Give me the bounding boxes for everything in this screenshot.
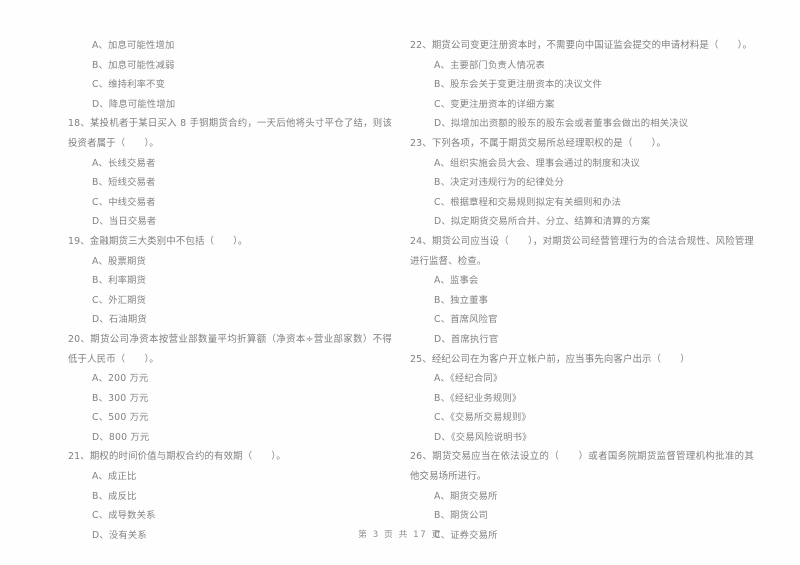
option-item: D、降息可能性增加 [92,98,176,110]
option-item: A、组织实施会员大会、理事会通过的制度和决议 [434,157,640,169]
option-item: B、独立董事 [434,294,489,306]
question-stem: 23、下列各项，不属于期货交易所总经理职权的是（ ）。 [410,137,667,149]
question-18: 18、某投机者于某日买入 8 手铜期货合约，一天后他将头寸平仓了结，则该投资者属… [68,114,392,232]
option-item: B、成反比 [92,490,137,502]
option-item: D、《交易风险说明书》 [434,431,532,443]
option-item: C、成导数关系 [92,510,156,522]
option-item: B、期货公司 [434,510,489,522]
question-20: 20、期货公司净资本按营业部数量平均折算额（净资本÷营业部家数）不得低于人民币（… [68,330,392,448]
option-item: A、《经纪合同》 [434,373,503,385]
question-stem: 22、期货公司变更注册资本时，不需要向中国证监会提交的申请材料是（ ）。 [410,40,753,51]
option-item: D、拟定期货交易所合并、分立、结算和清算的方案 [434,216,651,228]
option-item: C、根据章程和交易规则拟定有关细则和办法 [434,196,622,208]
option-item: B、决定对违规行为的纪律处分 [434,177,565,189]
question-stem: 25、经纪公司在为客户开立帐户前，应当事先向客户出示（ ） [410,353,690,365]
option-item: C、《交易所交易规则》 [434,412,532,424]
option-item: A、股票期货 [92,255,147,267]
option-item: A、监事会 [434,275,479,287]
option-item: C、变更注册资本的详细方案 [434,98,555,110]
right-column: 22、期货公司变更注册资本时，不需要向中国证监会提交的申请材料是（ ）。 A、主… [400,36,800,545]
option-item: A、期货交易所 [434,490,498,502]
question-25: 25、经纪公司在为客户开立帐户前，应当事先向客户出示（ ） A、《经纪合同》 B… [410,350,754,448]
option-item: A、长线交易者 [92,157,156,169]
option-item: A、主要部门负责人情况表 [434,59,546,71]
option-item: D、当日交易者 [92,216,157,228]
question-stem: 24、期货公司应当设（ ），对期货公司经营管理行为的合法合规性、风险管理进行监督… [410,235,754,267]
option-item: D、800 万元 [92,431,150,443]
option-item: D、首席执行官 [434,333,499,345]
option-item: D、石油期货 [92,314,147,326]
left-column: A、加息可能性增加 B、加息可能性减弱 C、维持利率不变 D、降息可能性增加 1… [0,36,400,545]
option-item: C、中线交易者 [92,196,156,208]
option-item: C、500 万元 [92,412,149,424]
option-item: A、200 万元 [92,373,149,385]
option-item: C、外汇期货 [92,294,147,306]
option-item: B、短线交易者 [92,177,156,189]
exam-page: A、加息可能性增加 B、加息可能性减弱 C、维持利率不变 D、降息可能性增加 1… [0,0,800,565]
option-item: A、加息可能性增加 [92,40,175,51]
option-item: B、股东会关于变更注册资本的决议文件 [434,79,603,91]
continued-question-options: A、加息可能性增加 B、加息可能性减弱 C、维持利率不变 D、降息可能性增加 [68,36,392,114]
question-23: 23、下列各项，不属于期货交易所总经理职权的是（ ）。 A、组织实施会员大会、理… [410,134,754,232]
option-item: B、加息可能性减弱 [92,59,175,71]
question-stem: 18、某投机者于某日买入 8 手铜期货合约，一天后他将头寸平仓了结，则该投资者属… [68,118,392,149]
option-item: B、《经纪业务规则》 [434,392,522,404]
question-19: 19、金融期货三大类别中不包括（ ）。 A、股票期货 B、利率期货 C、外汇期货… [68,232,392,330]
option-item: C、维持利率不变 [92,79,166,91]
option-item: D、拟增加出资额的股东的股东会或者董事会做出的相关决议 [434,118,689,130]
question-stem: 20、期货公司净资本按营业部数量平均折算额（净资本÷营业部家数）不得低于人民币（… [68,333,392,365]
option-item: C、首席风险官 [434,314,498,326]
page-footer: 第 3 页 共 17 页 [358,530,442,540]
question-stem: 26、期货交易应当在依法设立的（ ）或者国务院期货监督管理机构批准的其他交易场所… [410,451,754,483]
option-item: B、利率期货 [92,275,147,287]
question-stem: 21、期权的时间价值与期权合约的有效期（ ）。 [68,451,286,463]
question-22: 22、期货公司变更注册资本时，不需要向中国证监会提交的申请材料是（ ）。 A、主… [410,36,754,134]
option-item: A、成正比 [92,471,137,483]
question-24: 24、期货公司应当设（ ），对期货公司经营管理行为的合法合规性、风险管理进行监督… [410,232,754,350]
question-stem: 19、金融期货三大类别中不包括（ ）。 [68,235,248,247]
two-column-body: A、加息可能性增加 B、加息可能性减弱 C、维持利率不变 D、降息可能性增加 1… [0,0,800,545]
option-item: B、300 万元 [92,392,149,404]
